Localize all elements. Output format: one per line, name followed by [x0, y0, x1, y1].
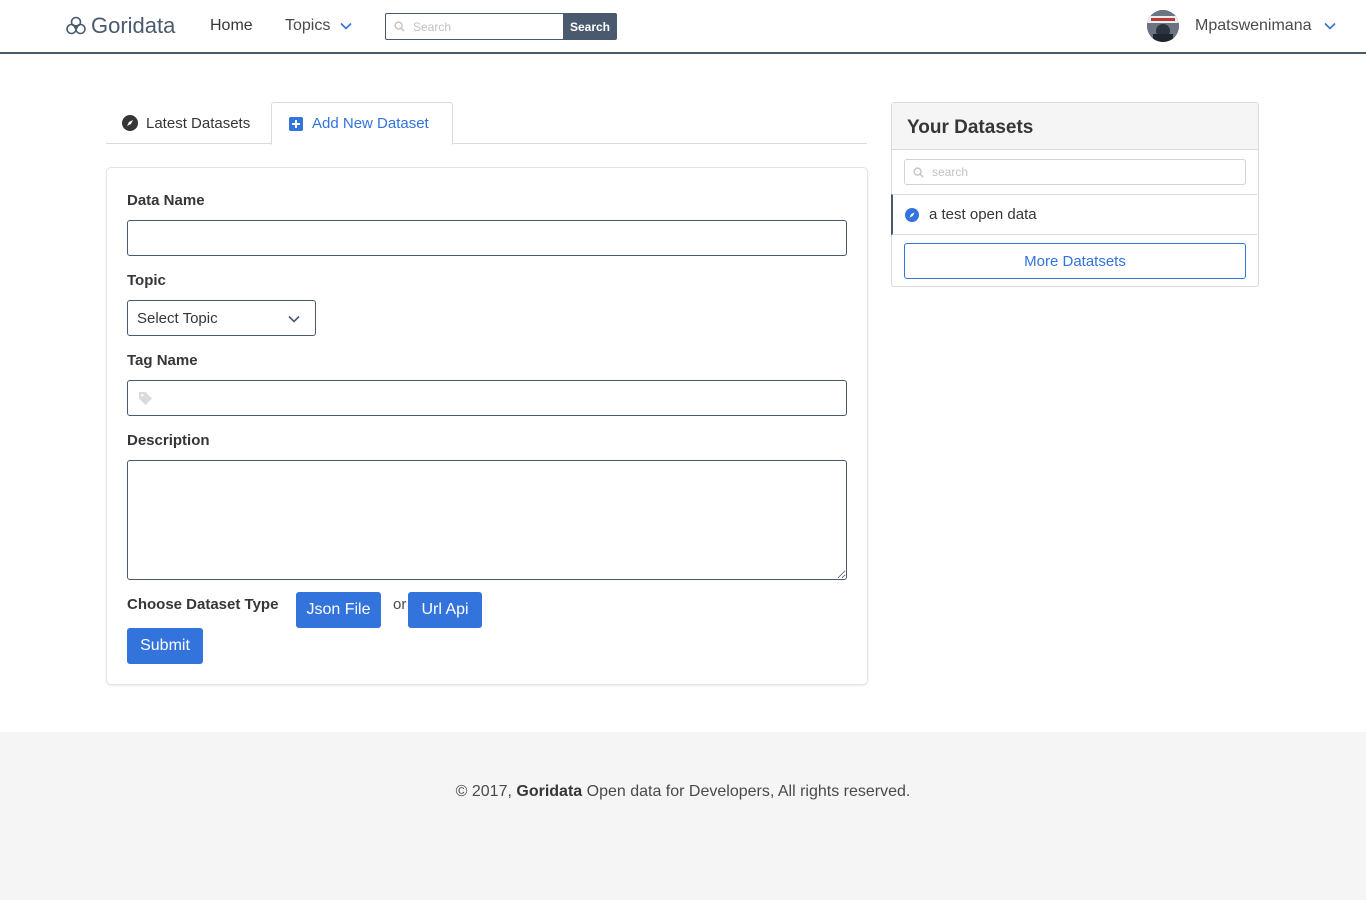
nav-search: Search [385, 13, 617, 40]
data-name-field [127, 220, 847, 256]
submit-button[interactable]: Submit [127, 628, 203, 664]
chevron-down-icon [1323, 22, 1336, 30]
footer-tagline: Open data for Developers, All rights res… [586, 783, 911, 800]
brand-logo[interactable]: Goridata [66, 13, 175, 39]
description-textarea[interactable] [128, 461, 846, 579]
description-label: Description [127, 432, 210, 449]
nav-topics-label: Topics [285, 17, 331, 34]
brand-name: Goridata [91, 13, 176, 38]
tag-name-field [127, 380, 847, 416]
search-icon [913, 167, 924, 178]
data-name-label: Data Name [127, 192, 205, 209]
panel-search-input[interactable] [905, 160, 1245, 184]
compass-icon [122, 115, 138, 131]
plus-square-icon [289, 116, 303, 131]
nav-topics-dropdown[interactable]: Topics [285, 17, 352, 35]
footer-brand: Goridata [516, 783, 583, 800]
tab-add-label: Add New Dataset [312, 115, 429, 132]
chevron-down-icon [288, 315, 300, 323]
nav-search-field [385, 13, 563, 40]
nav-search-button[interactable]: Search [563, 13, 617, 40]
description-field [127, 460, 847, 580]
add-dataset-form: Data Name Topic Select Topic Tag Name De… [106, 167, 868, 685]
tag-icon [138, 391, 153, 406]
list-item[interactable]: a test open data [891, 194, 1257, 235]
tab-latest-datasets[interactable]: Latest Datasets [106, 102, 266, 144]
panel-title: Your Datasets [892, 103, 1258, 150]
data-name-input[interactable] [128, 221, 846, 255]
topic-select[interactable]: Select Topic [127, 300, 316, 336]
topic-label: Topic [127, 272, 166, 289]
list-item-label: a test open data [929, 206, 1037, 223]
dataset-tabs: Latest Datasets Add New Dataset [106, 102, 867, 145]
goridata-logo-icon [66, 16, 86, 35]
top-navbar: Goridata Home Topics Search Mpatsweniman… [0, 0, 1366, 54]
more-datasets-button[interactable]: More Datatsets [904, 243, 1246, 279]
tab-add-new-dataset[interactable]: Add New Dataset [271, 102, 453, 145]
chevron-down-icon [340, 22, 352, 30]
search-icon [394, 21, 405, 32]
nav-home-link[interactable]: Home [210, 17, 253, 35]
tag-name-input[interactable] [128, 381, 846, 415]
user-menu[interactable]: Mpatswenimana [1147, 10, 1336, 42]
or-text: or [393, 596, 407, 613]
tab-latest-label: Latest Datasets [146, 114, 251, 132]
json-file-button[interactable]: Json File [296, 592, 381, 628]
dataset-type-label: Choose Dataset Type [127, 596, 279, 613]
topic-select-value: Select Topic [137, 309, 218, 327]
footer-text: © 2017, Goridata Open data for Developer… [0, 783, 1366, 801]
user-name: Mpatswenimana [1195, 17, 1312, 34]
compass-icon [905, 207, 919, 222]
footer: © 2017, Goridata Open data for Developer… [0, 732, 1366, 900]
avatar [1147, 10, 1179, 42]
nav-search-input[interactable] [386, 14, 563, 39]
footer-copyright: © 2017, [455, 783, 512, 800]
your-datasets-panel: Your Datasets a test open data More Data… [891, 102, 1259, 287]
avatar-image [1147, 10, 1179, 42]
panel-search-field [904, 159, 1246, 185]
url-api-button[interactable]: Url Api [408, 592, 482, 628]
tag-name-label: Tag Name [127, 352, 198, 369]
